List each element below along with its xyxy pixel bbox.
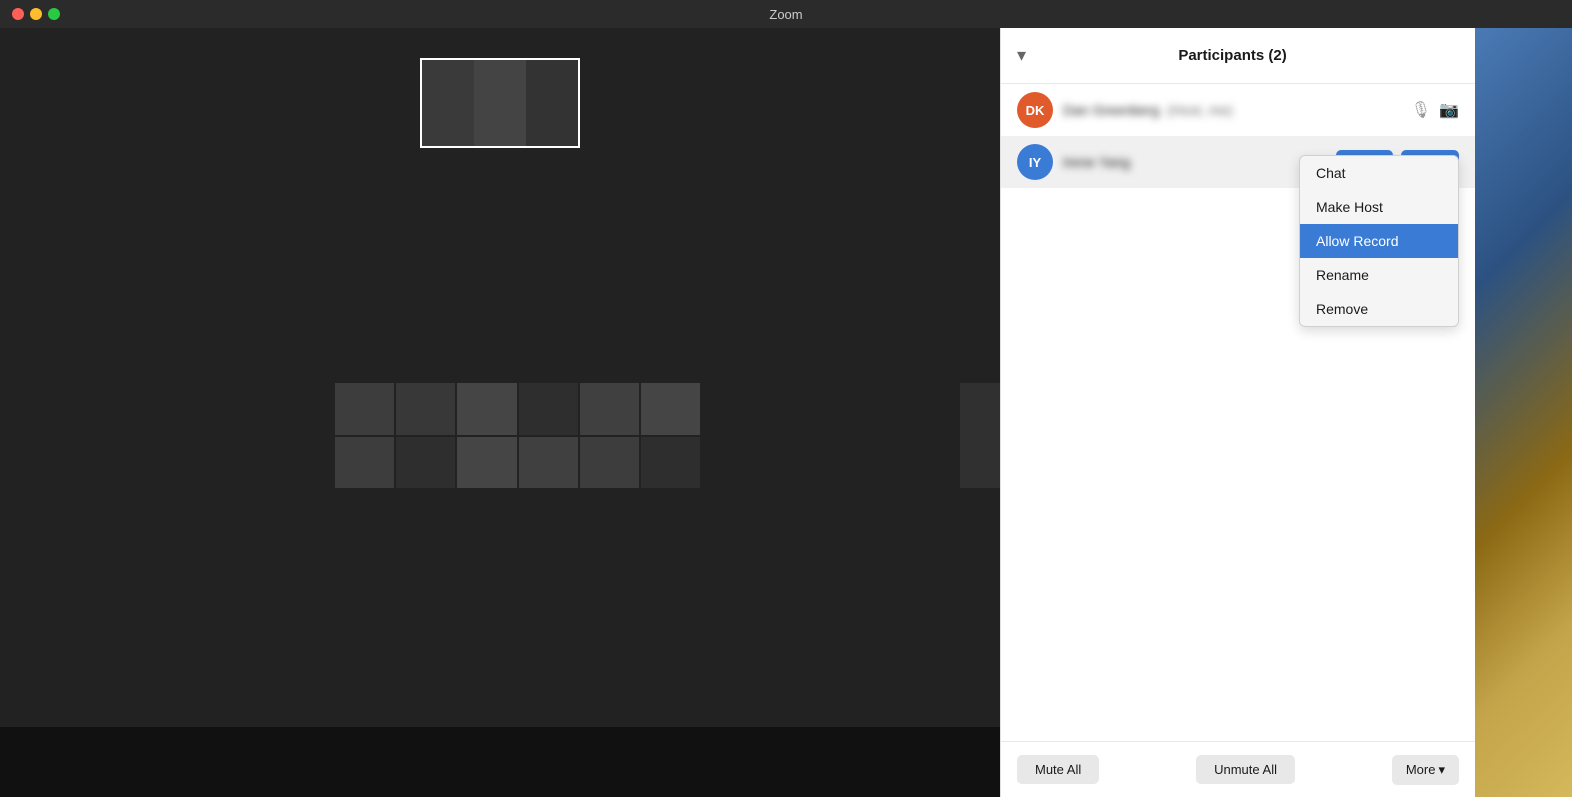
footer-caret-icon: ▾ — [1438, 762, 1445, 778]
video-pixel — [641, 437, 700, 489]
video-bottom-bar — [0, 727, 1000, 797]
main-area: ▾ Participants (2) DK Dan Greenberg (Hos… — [0, 28, 1572, 797]
traffic-lights — [12, 8, 60, 20]
video-pixel — [396, 383, 455, 435]
dropdown-item-remove[interactable]: Remove — [1300, 292, 1458, 326]
maximize-button[interactable] — [48, 8, 60, 20]
sidebar: ▾ Participants (2) DK Dan Greenberg (Hos… — [1000, 28, 1475, 797]
video-pixel — [457, 383, 516, 435]
dropdown-item-make-host[interactable]: Make Host — [1300, 190, 1458, 224]
window-title: Zoom — [769, 7, 802, 22]
dropdown-menu: Chat Make Host Allow Record Rename Remov… — [1299, 155, 1459, 327]
video-pixel — [519, 383, 578, 435]
minimize-button[interactable] — [30, 8, 42, 20]
dropdown-item-allow-record[interactable]: Allow Record — [1300, 224, 1458, 258]
desktop-background — [1475, 28, 1572, 797]
video-pixel — [580, 383, 639, 435]
participants-title: Participants (2) — [1178, 47, 1286, 64]
sidebar-header: ▾ Participants (2) — [1001, 28, 1475, 84]
video-pixel — [519, 437, 578, 489]
participant-name-iy: Irene Yang — [1063, 154, 1336, 170]
video-pixel — [335, 437, 394, 489]
video-pixel — [641, 383, 700, 435]
video-thumbnail — [420, 58, 580, 148]
video-main-content — [335, 383, 700, 488]
dropdown-item-chat[interactable]: Chat — [1300, 156, 1458, 190]
thumb-block-1 — [422, 60, 474, 146]
footer-more-button[interactable]: More ▾ — [1392, 755, 1459, 785]
mute-all-button[interactable]: Mute All — [1017, 755, 1099, 784]
sidebar-footer: Mute All Unmute All More ▾ — [1001, 741, 1475, 797]
dropdown-item-rename[interactable]: Rename — [1300, 258, 1458, 292]
avatar-iy: IY — [1017, 144, 1053, 180]
video-content — [0, 28, 1000, 727]
collapse-button[interactable]: ▾ — [1017, 45, 1026, 66]
thumb-block-2 — [474, 60, 526, 146]
video-icon: 📷 — [1439, 100, 1459, 120]
avatar-dk: DK — [1017, 92, 1053, 128]
close-button[interactable] — [12, 8, 24, 20]
participant-item: DK Dan Greenberg (Host, me) 🎙 📷 — [1001, 84, 1475, 136]
participant-name-dk: Dan Greenberg (Host, me) — [1063, 102, 1411, 118]
participant-controls-dk: 🎙 📷 — [1411, 100, 1459, 120]
title-bar: Zoom — [0, 0, 1572, 28]
video-pixel — [580, 437, 639, 489]
mic-icon: 🎙 — [1411, 100, 1431, 120]
unmute-all-button[interactable]: Unmute All — [1196, 755, 1295, 784]
video-area — [0, 28, 1000, 797]
video-pixel — [396, 437, 455, 489]
video-pixel — [457, 437, 516, 489]
video-pixel-side — [960, 383, 1000, 488]
video-pixel — [335, 383, 394, 435]
thumb-block-3 — [526, 60, 578, 146]
